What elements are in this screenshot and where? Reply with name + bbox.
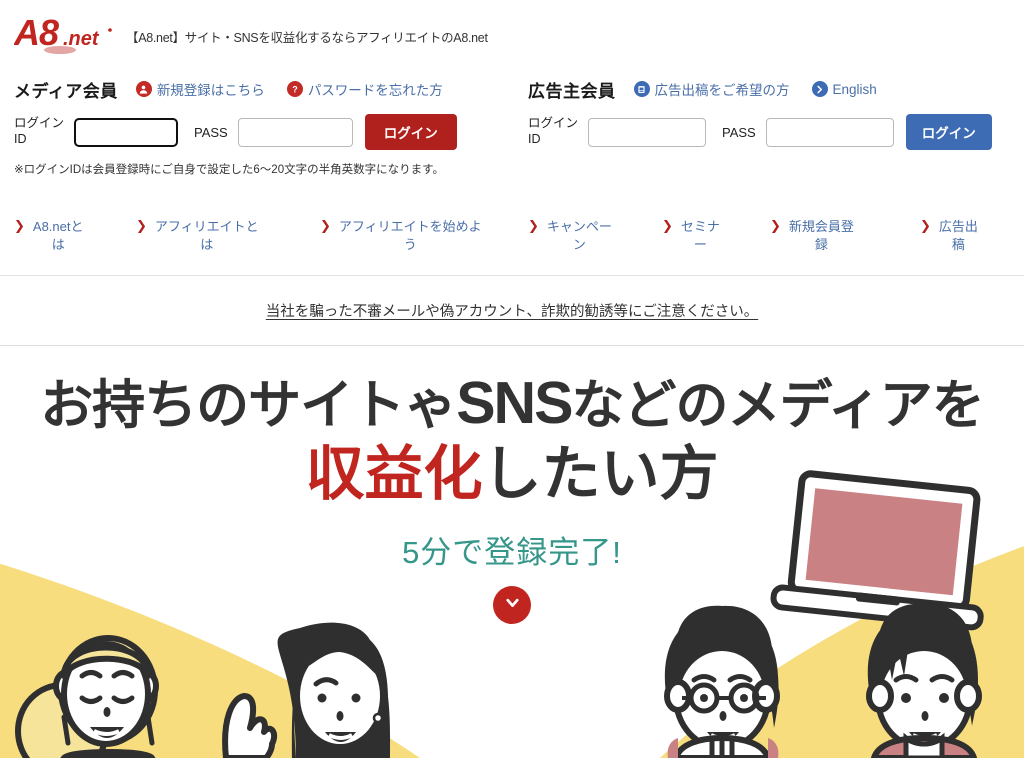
nav-link-label-line2: は xyxy=(200,236,214,252)
nav-link-label: アフィリエイトを始めよ xyxy=(338,219,482,234)
page-root: A 8 .net 【A8.net】サイト・SNSを収益化するならアフィリエイトの… xyxy=(0,0,1024,759)
advertiser-login-form: ログインID PASS ログイン xyxy=(528,114,992,150)
site-header: A 8 .net 【A8.net】サイト・SNSを収益化するならアフィリエイトの… xyxy=(0,0,1024,275)
nav-link-label: 広告出 xyxy=(938,219,978,234)
hero-headline-line2: 収益化したい方 xyxy=(0,440,1024,507)
advertiser-member-title: 広告主会員 xyxy=(528,81,616,101)
media-login-id-label: ログインID xyxy=(14,116,65,146)
svg-text:?: ? xyxy=(292,84,298,94)
hero-headline-2-rest: したい方 xyxy=(482,440,719,507)
chevron-down-icon xyxy=(503,593,522,617)
media-member-title: メディア会員 xyxy=(14,81,118,101)
nav-link-new-member-registration[interactable]: ❯ 新規会員登録 xyxy=(770,218,880,253)
nav-link-campaign[interactable]: ❯ キャンペーン xyxy=(528,218,638,253)
nav-link-label-line2: 稿 xyxy=(951,236,965,252)
scroll-down-button[interactable] xyxy=(493,585,531,624)
site-tagline: 【A8.net】サイト・SNSを収益化するならアフィリエイトのA8.net xyxy=(126,31,488,45)
media-member-block: メディア会員 新規登録はこちら ? パスワードを忘れた方 ログインID PASS… xyxy=(14,76,465,177)
question-circle-icon: ? xyxy=(286,81,303,97)
advertiser-inquiry-label: 広告出稿をご希望の方 xyxy=(654,83,790,98)
svg-text:A: A xyxy=(14,12,40,53)
nav-link-label: A8.netと xyxy=(32,219,84,234)
advertiser-login-id-input[interactable] xyxy=(588,117,706,147)
security-notice-link[interactable]: 当社を騙った不審メールや偽アカウント、詐欺的勧誘等にご注意ください。 xyxy=(266,300,758,321)
media-signup-label: 新規登録はこちら xyxy=(156,83,265,98)
hero-subtext: 5分で登録完了! xyxy=(402,534,622,570)
user-circle-icon xyxy=(135,81,152,97)
a8net-logo[interactable]: A 8 .net xyxy=(14,12,114,54)
media-login-form: ログインID PASS ログイン xyxy=(14,114,465,150)
advertiser-member-block: 広告主会員 広告出稿をご希望の方 English ログインID PASS ログイ… xyxy=(528,76,992,150)
media-login-id-input[interactable] xyxy=(73,116,179,148)
chevron-right-icon: ❯ xyxy=(320,218,331,233)
nav-link-seminar[interactable]: ❯ セミナー xyxy=(662,218,750,253)
nav-link-label: アフィリエイトと xyxy=(154,219,259,234)
chevron-circle-icon xyxy=(811,81,828,97)
advertiser-login-button[interactable]: ログイン xyxy=(905,114,992,150)
media-login-note: ※ログインIDは会員登録時にご自身で設定した6〜20文字の半角英数字になります。 xyxy=(14,164,444,176)
hero-text-block: お持ちのサイトゃSNSなどのメディアを 収益化したい方 5分で登録完了! xyxy=(0,346,1024,624)
nav-link-label-line2: は xyxy=(51,236,65,252)
hero-headline-line1: お持ちのサイトゃSNSなどのメディアを xyxy=(0,370,1024,436)
hero-section: お持ちのサイトゃSNSなどのメディアを 収益化したい方 5分で登録完了! xyxy=(0,346,1024,758)
english-link[interactable]: English xyxy=(811,81,877,97)
logo-row: A 8 .net 【A8.net】サイト・SNSを収益化するならアフィリエイトの… xyxy=(14,12,488,54)
svg-text:8: 8 xyxy=(39,12,59,53)
nav-link-about-a8net[interactable]: ❯ A8.netとは xyxy=(14,218,124,253)
nav-link-ad-placement[interactable]: ❯ 広告出稿 xyxy=(920,218,1012,253)
media-member-links: 新規登録はこちら ? パスワードを忘れた方 xyxy=(135,79,465,99)
chevron-right-icon: ❯ xyxy=(770,218,781,233)
header-nav-links: ❯ A8.netとは ❯ アフィリエイトとは ❯ アフィリエイトを始めよう ❯ … xyxy=(0,218,1024,268)
chevron-right-icon: ❯ xyxy=(528,218,539,233)
english-label: English xyxy=(832,81,877,97)
chevron-right-icon: ❯ xyxy=(920,218,931,233)
chevron-right-icon: ❯ xyxy=(662,218,673,233)
media-pass-label: PASS xyxy=(194,124,228,140)
media-forgot-password-link[interactable]: ? パスワードを忘れた方 xyxy=(286,79,443,99)
advertiser-login-id-label: ログインID xyxy=(528,116,579,146)
security-notice-bar: 当社を騙った不審メールや偽アカウント、詐欺的勧誘等にご注意ください。 xyxy=(0,275,1024,346)
nav-link-label-line2: ン xyxy=(572,236,586,252)
nav-link-label-line2: う xyxy=(403,236,417,252)
media-password-input[interactable] xyxy=(237,117,353,147)
advertiser-inquiry-link[interactable]: 広告出稿をご希望の方 xyxy=(633,79,790,99)
chevron-right-icon: ❯ xyxy=(136,218,147,233)
hero-headline-1b: などのメディアを xyxy=(571,376,985,435)
nav-link-label: キャンペー xyxy=(546,219,612,234)
nav-link-start-affiliate[interactable]: ❯ アフィリエイトを始めよう xyxy=(320,218,500,253)
advertiser-password-input[interactable] xyxy=(765,117,894,147)
nav-link-about-affiliate[interactable]: ❯ アフィリエイトとは xyxy=(136,218,286,253)
nav-link-label: セミナ xyxy=(680,219,720,234)
media-signup-link[interactable]: 新規登録はこちら xyxy=(135,79,265,99)
media-login-button[interactable]: ログイン xyxy=(364,114,457,150)
advertiser-member-links: 広告出稿をご希望の方 English xyxy=(633,79,899,99)
media-member-head: メディア会員 新規登録はこちら ? パスワードを忘れた方 xyxy=(14,76,465,102)
hero-headline-1-sns: SNS xyxy=(456,370,573,436)
nav-link-label-line2: 録 xyxy=(814,236,828,252)
svg-text:.net: .net xyxy=(63,28,100,50)
nav-link-label-line2: ー xyxy=(693,236,707,252)
a8net-logo-icon: A 8 .net xyxy=(14,12,112,54)
nav-link-label: 新規会員登 xyxy=(788,219,854,234)
hero-headline-1a: お持ちのサイトゃ xyxy=(40,376,457,435)
advertiser-pass-label: PASS xyxy=(722,124,756,140)
chevron-right-icon: ❯ xyxy=(14,218,25,233)
hero-headline-2-highlight: 収益化 xyxy=(305,440,483,507)
media-forgot-password-label: パスワードを忘れた方 xyxy=(307,83,443,98)
advertiser-member-head: 広告主会員 広告出稿をご希望の方 English xyxy=(528,76,992,102)
document-circle-icon xyxy=(633,81,650,97)
